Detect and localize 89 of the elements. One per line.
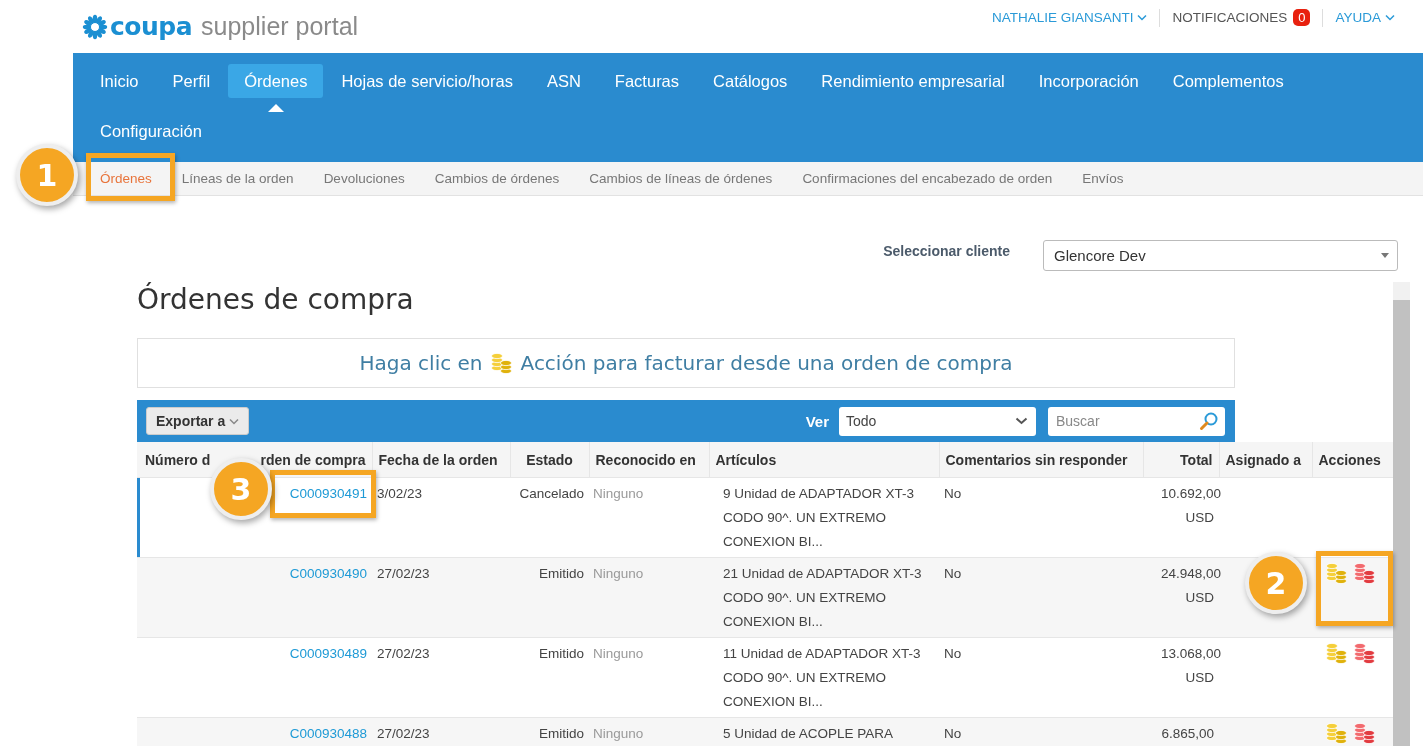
order-link[interactable]: C000930490 <box>289 566 367 581</box>
notification-count: 0 <box>1293 9 1311 26</box>
nav-tab[interactable]: Incorporación <box>1022 64 1155 98</box>
column-header[interactable]: Asignado a <box>1219 442 1312 478</box>
nav-tab[interactable]: Catálogos <box>697 64 804 98</box>
field-label: Ver <box>805 412 829 430</box>
field-label: Seleccionar cliente <box>883 243 1010 259</box>
table-cell: Emitido <box>510 637 589 718</box>
table-cell: Emitido <box>510 557 589 638</box>
chevron-icon <box>1015 417 1028 425</box>
chevron-icon <box>229 417 240 425</box>
table-cell: 6.865,00 <box>1143 717 1219 746</box>
subnav-tab[interactable]: Órdenes <box>85 171 167 186</box>
column-header[interactable]: rden de compra <box>260 451 366 468</box>
client-dropdown[interactable]: Glencore Dev <box>1043 240 1398 271</box>
order-link[interactable]: C000930489 <box>289 646 367 661</box>
nav-tab[interactable]: Rendimiento empresarial <box>805 64 1021 98</box>
export-button[interactable]: Exportar a <box>146 407 250 435</box>
table-cell: 9 Unidad de ADAPTADOR XT-3 CODO 90^. UN EXTREMO CONEXION BI... <box>709 477 939 558</box>
logo-text: coupa <box>110 12 193 41</box>
nav-tab[interactable]: Órdenes <box>228 64 324 98</box>
scrollbar[interactable] <box>1393 282 1410 746</box>
table-cell: 13.068,00 USD <box>1143 637 1219 718</box>
column-header[interactable]: Número d <box>145 451 211 468</box>
caret-icon <box>1381 253 1389 258</box>
coins-icon[interactable] <box>1326 642 1348 664</box>
table-cell: Ninguno <box>589 477 709 558</box>
chevron-icon <box>1137 14 1148 21</box>
nav-tab[interactable]: Hojas de servicio/horas <box>325 64 529 98</box>
help-menu[interactable]: AYUDA <box>1335 10 1395 25</box>
subnav-tab[interactable]: Líneas de la orden <box>166 171 309 186</box>
coins-icon[interactable] <box>1326 562 1348 584</box>
coins-icon[interactable] <box>1354 562 1376 584</box>
table-row[interactable]: C000930488 27/02/23 Emitido Ninguno 5 Unidad de ACOPLE PARA No 6.865,00 <box>137 717 1393 746</box>
nav-tab[interactable]: Inicio <box>84 64 155 98</box>
column-header[interactable]: Fecha de la orden <box>372 442 510 478</box>
subnav-tab[interactable]: Cambios de órdenes <box>419 171 575 186</box>
nav-tab[interactable]: Configuración <box>84 114 218 148</box>
order-link[interactable]: C000930491 <box>289 486 367 501</box>
subnav-tab[interactable]: Devoluciones <box>308 171 420 186</box>
coins-icon <box>490 352 513 374</box>
banner-text: Haga clic en <box>359 351 483 375</box>
user-menu[interactable]: NATHALIE GIANSANTI <box>991 10 1148 25</box>
nav-tab[interactable]: Complementos <box>1156 64 1300 98</box>
column-header[interactable]: Estado <box>510 442 589 478</box>
logo-text: supplier portal <box>201 12 359 41</box>
subnav-tab[interactable]: Cambios de líneas de órdenes <box>574 171 788 186</box>
pointer-icon <box>267 104 284 112</box>
nav-tab[interactable]: Facturas <box>598 64 696 98</box>
table-cell: Ninguno <box>589 717 709 746</box>
order-link[interactable]: C000930488 <box>289 726 367 741</box>
view-dropdown[interactable]: Todo <box>839 406 1036 436</box>
banner-text: Acción para facturar desde una orden de compra <box>520 351 1013 375</box>
chevron-icon <box>1385 14 1395 21</box>
table-cell: 27/02/23 <box>372 557 510 638</box>
search-field[interactable]: Buscar <box>1048 406 1225 436</box>
table-cell: No <box>939 637 1143 718</box>
coins-icon[interactable] <box>1354 642 1376 664</box>
table-cell: 11 Unidad de ADAPTADOR XT-3 CODO 90^. UN EXTREMO CONEXION BI... <box>709 637 939 718</box>
notifications-link[interactable]: NOTIFICACIONES <box>1172 10 1288 25</box>
table-cell: Emitido <box>510 717 589 746</box>
table-cell: Ninguno <box>589 557 709 638</box>
coins-icon[interactable] <box>1326 722 1348 744</box>
subnav-tab[interactable]: Envíos <box>1067 171 1139 186</box>
column-header[interactable]: Comentarios sin responder <box>939 442 1143 478</box>
table-cell: 27/02/23 <box>372 637 510 718</box>
table-cell: 24.948,00 USD <box>1143 557 1219 638</box>
table-cell: Ninguno <box>589 637 709 718</box>
table-cell: Cancelado <box>510 477 589 558</box>
column-header[interactable]: Reconocido en <box>589 442 709 478</box>
page-title: Órdenes de compra <box>137 282 415 318</box>
table-row[interactable]: C000930489 27/02/23 Emitido Ninguno 11 Unidad de ADAPTADOR XT-3 CODO 90^. UN EXTREMO CONEXION BI... No 13.068,00 USD <box>137 637 1393 718</box>
table-cell: 27/02/23 <box>372 717 510 746</box>
table-cell: No <box>939 477 1143 558</box>
table-cell: 3/02/23 <box>372 477 510 558</box>
table-cell: 10.692,00 USD <box>1143 477 1219 558</box>
subnav-tab[interactable]: Confirmaciones del encabezado de orden <box>787 171 1068 186</box>
nav-tab[interactable]: Perfil <box>156 64 227 98</box>
table-cell: 5 Unidad de ACOPLE PARA <box>709 717 939 746</box>
coins-icon[interactable] <box>1354 722 1376 744</box>
column-header[interactable]: Total <box>1143 442 1219 478</box>
table-cell: No <box>939 717 1143 746</box>
column-header[interactable]: Acciones <box>1312 442 1393 478</box>
search-icon[interactable] <box>1199 410 1219 431</box>
step-badge: 1 <box>16 144 78 206</box>
column-header[interactable]: Artículos <box>709 442 939 478</box>
table-cell: 21 Unidad de ADAPTADOR XT-3 CODO 90^. UN EXTREMO CONEXION BI... <box>709 557 939 638</box>
table-cell: No <box>939 557 1143 638</box>
nav-tab[interactable]: ASN <box>530 64 597 98</box>
